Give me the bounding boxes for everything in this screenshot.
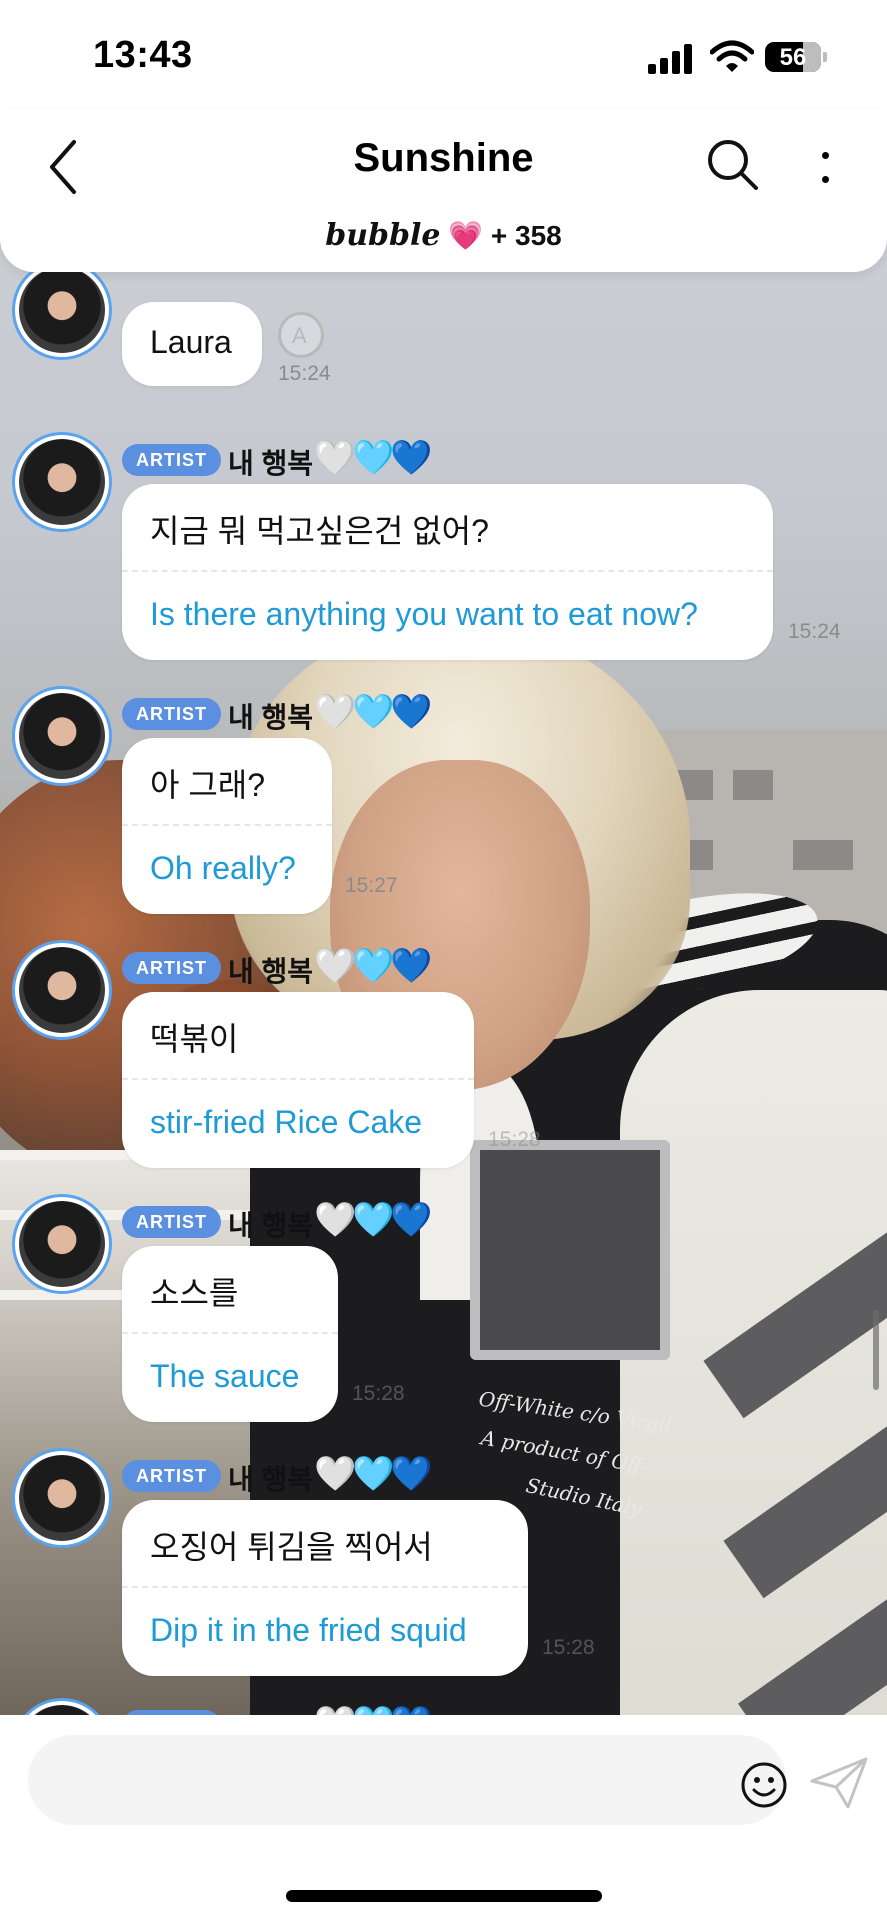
- message-bubble[interactable]: 아 그래? Oh really?: [122, 738, 332, 914]
- more-vertical-icon[interactable]: [800, 132, 850, 196]
- message-text: 떡볶이: [150, 1021, 239, 1057]
- message-text: Laura: [150, 324, 232, 360]
- translation-text: stir-fried Rice Cake: [150, 1104, 423, 1140]
- blue-heart-icon: 💙: [390, 947, 433, 985]
- artist-badge: ARTIST: [122, 952, 221, 984]
- light-blue-heart-icon: 🩵: [352, 439, 395, 477]
- message-list[interactable]: ARTIST 내 행복 🤍 🩵 💙 Laura A 15:24 ARTIST 내…: [0, 272, 887, 1715]
- blue-heart-icon: 💙: [390, 439, 433, 477]
- home-indicator[interactable]: [286, 1890, 602, 1902]
- message-bubble[interactable]: 오징어 튀김을 찍어서 Dip it in the fried squid: [122, 1500, 528, 1676]
- blue-heart-icon: 💙: [390, 1455, 433, 1493]
- message-time: 15:27: [345, 874, 398, 897]
- sender-name: 내 행복: [228, 1464, 314, 1495]
- search-icon[interactable]: [700, 132, 764, 196]
- blue-heart-icon: 💙: [390, 1201, 433, 1239]
- message-text: 아 그래?: [150, 767, 266, 803]
- blue-heart-icon: 💙: [390, 1706, 432, 1715]
- avatar[interactable]: [12, 686, 112, 786]
- avatar[interactable]: [12, 1448, 112, 1548]
- white-heart-icon: 🤍: [314, 947, 357, 985]
- blue-heart-icon: 💙: [390, 693, 433, 731]
- heart-icon: 💗: [448, 220, 484, 251]
- message-input-bar: [0, 1715, 887, 1920]
- avatar[interactable]: [12, 1698, 112, 1715]
- message-text: 지금 뭐 먹고싶은건 없어?: [150, 513, 489, 549]
- message-input[interactable]: [28, 1735, 788, 1825]
- battery-level: 56: [779, 44, 807, 71]
- message-bubble[interactable]: 지금 뭐 먹고싶은건 없어? Is there anything you wan…: [122, 484, 773, 660]
- artist-badge: ARTIST: [122, 1460, 221, 1492]
- sender-name: 내 행복: [228, 1210, 314, 1241]
- avatar[interactable]: [12, 1194, 112, 1294]
- avatar[interactable]: [12, 432, 112, 532]
- avatar[interactable]: [12, 940, 112, 1040]
- chat-header: Sunshine bubble 💗 + 358: [0, 110, 887, 272]
- status-bar: 13:43 56: [0, 0, 887, 110]
- white-heart-icon: 🤍: [314, 1706, 356, 1715]
- bubble-subtitle: bubble 💗 + 358: [0, 218, 887, 253]
- sender-name: 내 행복: [228, 702, 314, 733]
- message-text: 소스를: [150, 1275, 239, 1311]
- wifi-icon: [710, 40, 754, 72]
- light-blue-heart-icon: 🩵: [352, 1455, 395, 1493]
- message-time: 15:28: [488, 1128, 541, 1151]
- white-heart-icon: 🤍: [314, 439, 357, 477]
- message-time: 15:24: [788, 620, 841, 643]
- translation-text: The sauce: [150, 1358, 300, 1394]
- white-heart-icon: 🤍: [314, 1201, 357, 1239]
- artist-badge: ARTIST: [122, 1206, 221, 1238]
- avatar[interactable]: [12, 272, 112, 360]
- emoji-icon[interactable]: [740, 1761, 788, 1809]
- message-time: 15:28: [542, 1636, 595, 1659]
- white-heart-icon: 🤍: [314, 1455, 357, 1493]
- message-bubble[interactable]: 소스를 The sauce: [122, 1246, 338, 1422]
- sender-name: 내 행복: [228, 448, 314, 479]
- light-blue-heart-icon: 🩵: [352, 693, 395, 731]
- translate-icon[interactable]: A: [278, 312, 324, 358]
- light-blue-heart-icon: 🩵: [352, 1201, 395, 1239]
- sender-name: 내 행복: [228, 1708, 313, 1715]
- message-time: 15:28: [352, 1382, 405, 1405]
- message-bubble[interactable]: Laura: [122, 302, 262, 386]
- cellular-signal-icon: [648, 44, 692, 74]
- white-heart-icon: 🤍: [314, 693, 357, 731]
- message-time: 15:24: [278, 362, 331, 385]
- light-blue-heart-icon: 🩵: [352, 947, 395, 985]
- svg-text:A: A: [292, 323, 307, 348]
- artist-badge: ARTIST: [122, 444, 221, 476]
- translation-text: Oh really?: [150, 850, 296, 886]
- member-count: + 358: [490, 220, 562, 251]
- scrollbar[interactable]: [873, 1310, 879, 1390]
- bubble-logo-text: bubble: [325, 218, 441, 253]
- translation-text: Dip it in the fried squid: [150, 1612, 467, 1648]
- battery-icon: 56: [765, 42, 821, 72]
- artist-badge: ARTIST: [122, 698, 221, 730]
- translation-text: Is there anything you want to eat now?: [150, 596, 698, 632]
- status-time: 13:43: [93, 34, 193, 76]
- send-icon[interactable]: [808, 1755, 870, 1811]
- sender-name: 내 행복: [228, 956, 314, 987]
- light-blue-heart-icon: 🩵: [352, 1706, 394, 1715]
- message-bubble[interactable]: 떡볶이 stir-fried Rice Cake: [122, 992, 474, 1168]
- message-text: 오징어 튀김을 찍어서: [150, 1529, 433, 1565]
